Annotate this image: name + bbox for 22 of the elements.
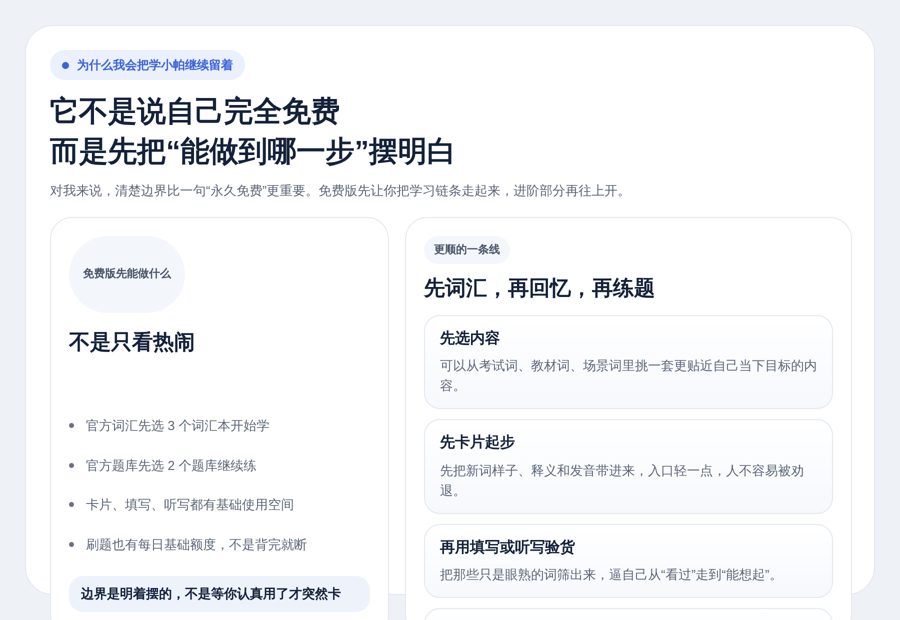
step-title: 先选内容 [440, 328, 501, 348]
page-title: 它不是说自己完全免费 而是先把“能做到哪一步”摆明白 [50, 94, 457, 170]
card-tag: 免费版先能做什么 [69, 236, 185, 312]
list-item: 卡片、填写、听写都有基础使用空间 [86, 496, 294, 514]
step-title: 先卡片起步 [440, 433, 516, 453]
subtitle: 对我来说，清楚边界比一句“永久免费”更重要。免费版先让你把学习链条走起来，进阶部分再往上开。 [50, 182, 632, 200]
step-title: 再用填写或听写验货 [440, 538, 576, 558]
card-heading: 先词汇，再回忆，再练题 [424, 276, 656, 302]
list-item: 官方词汇先选 3 个词汇本开始学 [86, 417, 270, 435]
list-item: 官方题库先选 2 个题库继续练 [86, 456, 256, 474]
bullet-icon [69, 542, 74, 547]
bullet-icon [69, 423, 74, 428]
step-text: 先把新词样子、释义和发音带进来，入口轻一点，人不容易被劝退。 [440, 462, 805, 500]
list-item: 刷题也有每日基础额度，不是背完就断 [86, 536, 307, 554]
callout-box: 边界是明着摆的，不是等你认真用了才突然卡 [69, 576, 370, 612]
step-text: 把那些只是眼熟的词筛出来，逼自己从“看过”走到“能想起”。 [440, 566, 784, 584]
card-tag: 更顺的一条线 [424, 236, 510, 264]
badge-text: 为什么我会把学小帕继续留着 [77, 57, 233, 74]
step-text: 可以从考试词、教材词、场景词里挑一套更贴近自己当下目标的内容。 [440, 357, 817, 395]
bullet-icon [69, 502, 74, 508]
bullet-icon [69, 462, 74, 468]
card-heading: 不是只看热闹 [69, 330, 196, 356]
